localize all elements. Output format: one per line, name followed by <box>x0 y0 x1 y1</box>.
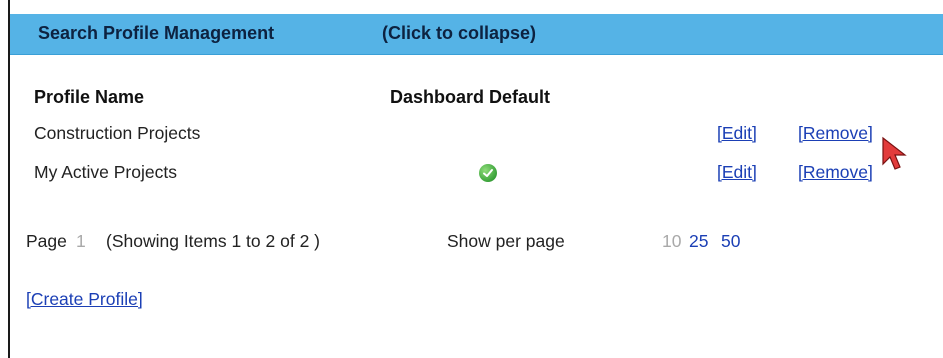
per-page-label: Show per page <box>447 231 565 251</box>
remove-link[interactable]: [Remove] <box>798 123 873 144</box>
create-profile-link[interactable]: [Create Profile] <box>26 289 143 310</box>
search-profile-panel: Search Profile Management (Click to coll… <box>8 0 943 358</box>
mouse-cursor-icon <box>882 136 907 170</box>
panel-title: Search Profile Management <box>38 23 275 43</box>
profile-name-cell: My Active Projects <box>34 162 177 182</box>
edit-link[interactable]: [Edit] <box>717 123 757 144</box>
check-circle-icon <box>479 164 497 182</box>
per-page-option-50[interactable]: 50 <box>721 231 740 252</box>
column-header-profile-name: Profile Name <box>34 87 145 107</box>
profile-name-cell: Construction Projects <box>34 123 201 143</box>
current-page-number: 1 <box>76 231 86 251</box>
column-header-dashboard-default: Dashboard Default <box>390 87 551 107</box>
remove-link[interactable]: [Remove] <box>798 162 873 183</box>
per-page-option-25[interactable]: 25 <box>689 231 708 252</box>
per-page-option-10: 10 <box>662 231 682 251</box>
panel-header[interactable]: Search Profile Management (Click to coll… <box>10 14 943 55</box>
collapse-toggle[interactable]: (Click to collapse) <box>382 23 536 44</box>
showing-items-text: (Showing Items 1 to 2 of 2 ) <box>106 231 320 251</box>
page-label: Page <box>26 231 67 251</box>
edit-link[interactable]: [Edit] <box>717 162 757 183</box>
